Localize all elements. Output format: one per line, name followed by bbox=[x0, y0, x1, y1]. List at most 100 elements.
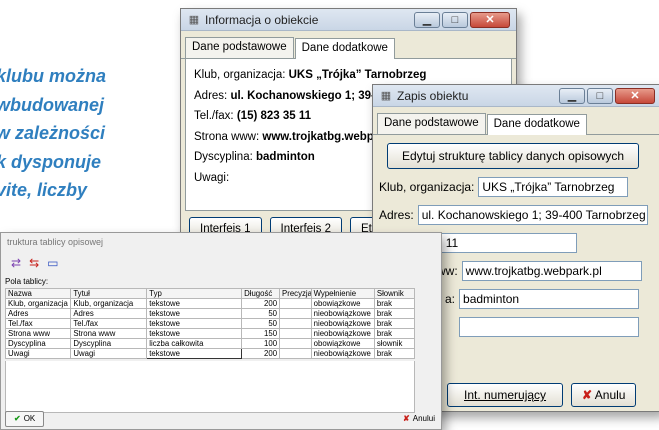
cell[interactable]: 200 bbox=[241, 348, 281, 359]
table-window-titlebar[interactable]: truktura tablicy opisowej bbox=[1, 233, 441, 251]
cell[interactable]: brak bbox=[373, 308, 416, 319]
discipline-label: a: bbox=[445, 292, 456, 306]
address-field[interactable]: ul. Kochanowskiego 1; 39-400 Tarnobrzeg bbox=[417, 205, 648, 225]
cell[interactable] bbox=[279, 348, 312, 359]
minimize-button[interactable]: ▁ bbox=[414, 11, 440, 28]
window-title: Informacja o obiekcie bbox=[205, 12, 319, 27]
cell[interactable]: tekstowe bbox=[146, 308, 243, 319]
maximize-button[interactable]: □ bbox=[442, 11, 468, 28]
info-label: Strona www: bbox=[194, 130, 260, 143]
info-window-titlebar[interactable]: ▦ Informacja o obiekcie ▁ □ ✕ bbox=[181, 9, 516, 31]
cancel-icon: ✘ bbox=[403, 414, 410, 423]
cancel-icon: ✘ bbox=[582, 388, 593, 402]
cell[interactable] bbox=[279, 298, 312, 309]
caption-line: k dysponuje bbox=[0, 151, 102, 172]
column-header[interactable]: Tytuł bbox=[70, 288, 148, 299]
cell[interactable]: Uwagi bbox=[4, 348, 72, 359]
add-field-icon[interactable]: ⇄ bbox=[11, 257, 21, 269]
caption-line: w zależności bbox=[0, 123, 106, 143]
remove-field-icon[interactable]: ⇆ bbox=[29, 257, 39, 269]
cell[interactable] bbox=[279, 308, 312, 319]
cell[interactable]: liczba całkowita bbox=[146, 338, 243, 349]
numbering-button[interactable]: Int. numerujący bbox=[447, 383, 564, 407]
table-row[interactable]: Tel./fax Tel./fax tekstowe 50 nieobowiąz… bbox=[4, 318, 416, 329]
edit-window-titlebar[interactable]: ▦ Zapis obiektu ▁ □ ✕ bbox=[373, 85, 659, 107]
table-row[interactable]: Strona www Strona www tekstowe 150 nieob… bbox=[4, 328, 416, 339]
discipline-field[interactable]: badminton bbox=[459, 289, 640, 309]
info-label: Uwagi: bbox=[194, 171, 230, 184]
cell[interactable]: Klub, organizacja bbox=[70, 298, 148, 309]
edit-structure-row: Edytuj strukturę tablicy danych opisowyc… bbox=[379, 143, 655, 169]
cell[interactable] bbox=[279, 318, 312, 329]
tab-extra-data[interactable]: Dane dodatkowe bbox=[294, 38, 395, 59]
cell[interactable]: 150 bbox=[241, 328, 281, 339]
column-header[interactable]: Wypełnienie bbox=[310, 288, 375, 299]
cell[interactable]: brak bbox=[373, 328, 416, 339]
cancel-button[interactable]: ✘ Anului bbox=[403, 411, 435, 427]
table-row[interactable]: Uwagi Uwagi tekstowe 200 nieobowiązkowe … bbox=[4, 348, 416, 359]
cell[interactable]: tekstowe bbox=[146, 318, 243, 329]
cell[interactable]: nieobowiązkowe bbox=[310, 328, 375, 339]
cell[interactable]: Strona www bbox=[4, 328, 72, 339]
cell[interactable]: Klub, organizacja bbox=[4, 298, 72, 309]
table-row[interactable]: Adres Adres tekstowe 50 nieobowiązkowe b… bbox=[4, 308, 416, 319]
cell[interactable]: 100 bbox=[241, 338, 281, 349]
column-header[interactable]: Długość bbox=[241, 288, 281, 299]
column-header[interactable]: Precyzja bbox=[279, 288, 312, 299]
cell[interactable]: Tel./fax bbox=[4, 318, 72, 329]
cell[interactable]: brak bbox=[373, 298, 416, 309]
table-structure-window: truktura tablicy opisowej ⇄ ⇆ ▭ Pola tab… bbox=[0, 232, 442, 430]
cell[interactable]: obowiązkowe bbox=[310, 298, 375, 309]
cell[interactable]: Uwagi bbox=[70, 348, 148, 359]
close-button[interactable]: ✕ bbox=[615, 87, 655, 104]
table-empty-area bbox=[5, 361, 415, 413]
cell[interactable]: brak bbox=[373, 318, 416, 329]
cell[interactable]: Strona www bbox=[70, 328, 148, 339]
cell[interactable]: 50 bbox=[241, 308, 281, 319]
column-header[interactable]: Nazwa bbox=[4, 288, 72, 299]
cell[interactable]: Dyscyplina bbox=[70, 338, 148, 349]
table-view-icon[interactable]: ▭ bbox=[47, 257, 58, 269]
club-label: Klub, organizacja: bbox=[379, 180, 475, 194]
cell[interactable]: tekstowe bbox=[146, 328, 243, 339]
ok-button[interactable]: ✔ OK bbox=[5, 411, 45, 427]
cell[interactable]: obowiązkowe bbox=[310, 338, 375, 349]
club-field[interactable]: UKS „Trójka” Tarnobrzeg bbox=[478, 177, 629, 197]
notes-field[interactable] bbox=[459, 317, 639, 337]
cell[interactable] bbox=[279, 338, 312, 349]
cell[interactable]: nieobowiązkowe bbox=[310, 308, 375, 319]
cell[interactable]: słownik bbox=[373, 338, 416, 349]
cell[interactable]: nieobowiązkowe bbox=[310, 348, 375, 359]
cell[interactable]: brak bbox=[373, 348, 416, 359]
caption-line: wbudowanej bbox=[0, 94, 104, 115]
cell[interactable]: Tel./fax bbox=[70, 318, 148, 329]
table-header-row: Nazwa Tytuł Typ Długość Precyzja Wypełni… bbox=[4, 288, 416, 299]
cell[interactable]: Adres bbox=[70, 308, 148, 319]
minimize-button[interactable]: ▁ bbox=[559, 87, 585, 104]
column-header[interactable]: Słownik bbox=[373, 288, 416, 299]
address-row: Adres: ul. Kochanowskiego 1; 39-400 Tarn… bbox=[379, 205, 655, 225]
www-field[interactable]: www.trojkatbg.webpark.pl bbox=[461, 261, 642, 281]
address-label: Adres: bbox=[379, 208, 414, 222]
cell[interactable]: 200 bbox=[241, 298, 281, 309]
caption-line: klubu można bbox=[0, 66, 107, 86]
edit-structure-button[interactable]: Edytuj strukturę tablicy danych opisowyc… bbox=[387, 143, 640, 169]
column-header[interactable]: Typ bbox=[146, 288, 243, 299]
cell[interactable]: tekstowe bbox=[146, 298, 243, 309]
tab-extra-data[interactable]: Dane dodatkowe bbox=[486, 114, 587, 135]
cell[interactable]: 50 bbox=[241, 318, 281, 329]
table-row[interactable]: Klub, organizacja Klub, organizacja teks… bbox=[4, 298, 416, 309]
tab-basic-data[interactable]: Dane podstawowe bbox=[185, 37, 294, 58]
cell[interactable]: tekstowe bbox=[146, 348, 243, 359]
maximize-button[interactable]: □ bbox=[587, 87, 613, 104]
cell[interactable]: Adres bbox=[4, 308, 72, 319]
info-label: Dyscyplina: bbox=[194, 151, 253, 163]
cell[interactable] bbox=[279, 328, 312, 339]
close-button[interactable]: ✕ bbox=[470, 11, 510, 28]
table-row[interactable]: Dyscyplina Dyscyplina liczba całkowita 1… bbox=[4, 338, 416, 349]
cell[interactable]: nieobowiązkowe bbox=[310, 318, 375, 329]
ok-label: OK bbox=[23, 414, 36, 423]
cell[interactable]: Dyscyplina bbox=[4, 338, 72, 349]
tab-basic-data[interactable]: Dane podstawowe bbox=[377, 113, 486, 134]
cancel-button[interactable]: ✘ Anulu bbox=[571, 383, 637, 407]
